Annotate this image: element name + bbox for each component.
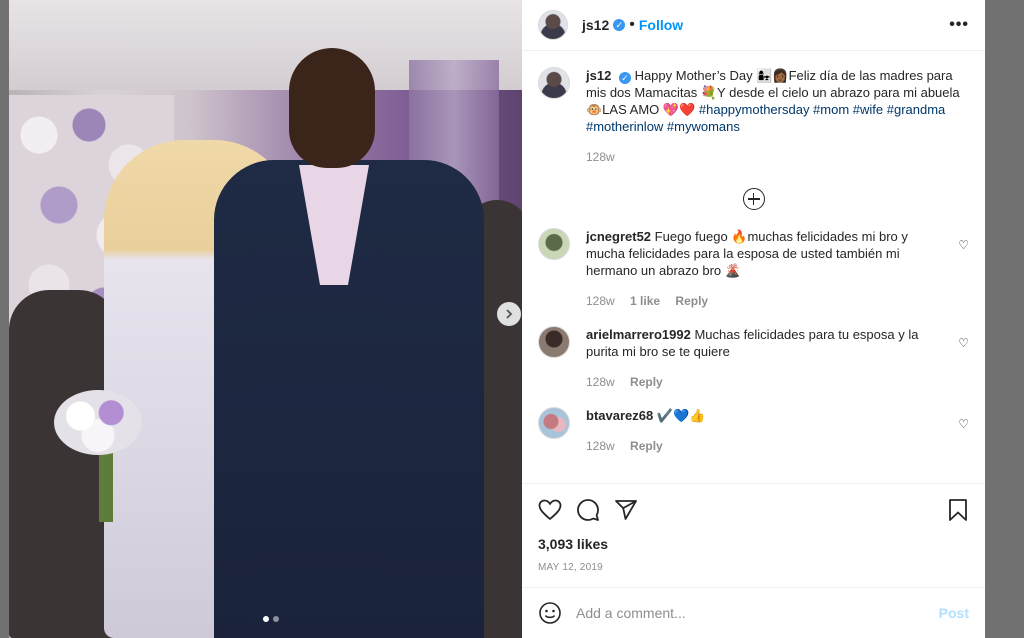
- comment-like-heart-icon[interactable]: ♡: [958, 336, 969, 350]
- caption-username[interactable]: js12: [586, 68, 611, 83]
- verified-icon: ✓: [613, 19, 626, 31]
- comment-like-heart-icon[interactable]: ♡: [958, 238, 969, 252]
- bookmark-icon[interactable]: [947, 498, 969, 522]
- comment-input[interactable]: Add a comment...: [576, 605, 939, 621]
- likes-count[interactable]: 3,093 likes: [538, 536, 969, 552]
- chevron-right-icon: [506, 309, 513, 319]
- photo-groom-head: [289, 48, 375, 168]
- next-photo-button[interactable]: [497, 302, 521, 326]
- comment-meta: 128w Reply: [586, 438, 946, 455]
- comment-meta: 128w 1 like Reply: [586, 293, 946, 310]
- action-icons: [538, 494, 969, 526]
- carousel-dot: [263, 616, 269, 622]
- follow-button[interactable]: Follow: [639, 17, 683, 33]
- plus-circle-icon[interactable]: [742, 188, 765, 210]
- caption-avatar[interactable]: [538, 67, 570, 99]
- post-date[interactable]: MAY 12, 2019: [538, 562, 969, 573]
- comment-text: arielmarrero1992 Muchas felicidades para…: [586, 326, 946, 391]
- comment-text: btavarez68 ✔️💙👍 128w Reply: [586, 407, 946, 455]
- post-header: js12 ✓ • Follow •••: [522, 0, 985, 51]
- caption: js12 ✓ Happy Mother’s Day 👩‍👧👩🏾Feliz día…: [538, 67, 969, 166]
- header-user: js12 ✓ • Follow: [582, 16, 683, 34]
- carousel-dot: [273, 616, 279, 622]
- comment-username[interactable]: arielmarrero1992: [586, 327, 691, 342]
- comment-body: ✔️💙👍: [656, 408, 706, 423]
- photo-bouquet-stem: [99, 450, 113, 522]
- comment-meta: 128w Reply: [586, 374, 946, 391]
- caption-time: 128w: [586, 150, 615, 164]
- reply-button[interactable]: Reply: [675, 294, 708, 308]
- reply-button[interactable]: Reply: [630, 439, 663, 453]
- comment-username[interactable]: btavarez68: [586, 408, 653, 423]
- add-comment-bar: Add a comment... Post: [522, 587, 985, 638]
- photo-bouquet: [54, 390, 142, 455]
- send-icon[interactable]: [614, 498, 638, 522]
- verified-icon: ✓: [618, 72, 631, 84]
- comment-likes[interactable]: 1 like: [630, 294, 660, 308]
- comment-item: btavarez68 ✔️💙👍 128w Reply ♡: [538, 407, 969, 455]
- avatar[interactable]: [538, 10, 568, 40]
- heart-icon[interactable]: [538, 499, 562, 521]
- post-actions: 3,093 likes MAY 12, 2019: [522, 483, 985, 587]
- post-side-panel: js12 ✓ • Follow ••• js12 ✓ Happy Mother’…: [522, 0, 985, 638]
- caption-text: js12 ✓ Happy Mother’s Day 👩‍👧👩🏾Feliz día…: [586, 67, 969, 166]
- carousel-dots: [263, 616, 279, 622]
- more-options-icon[interactable]: •••: [949, 16, 969, 34]
- comment-time: 128w: [586, 294, 615, 308]
- post-modal: js12 ✓ • Follow ••• js12 ✓ Happy Mother’…: [9, 0, 985, 638]
- header-separator: •: [629, 16, 635, 33]
- comment-avatar[interactable]: [538, 228, 570, 260]
- post-photo[interactable]: [9, 0, 522, 638]
- comment-item: arielmarrero1992 Muchas felicidades para…: [538, 326, 969, 391]
- comment-username[interactable]: jcnegret52: [586, 229, 651, 244]
- comment-icon[interactable]: [576, 498, 600, 522]
- comment-like-heart-icon[interactable]: ♡: [958, 417, 969, 431]
- comment-time: 128w: [586, 375, 615, 389]
- comment-text: jcnegret52 Fuego fuego 🔥muchas felicidad…: [586, 228, 946, 310]
- header-username[interactable]: js12: [582, 17, 609, 33]
- comment-avatar[interactable]: [538, 326, 570, 358]
- load-more-comments[interactable]: [538, 188, 969, 210]
- smiley-icon[interactable]: [538, 601, 562, 625]
- comment-avatar[interactable]: [538, 407, 570, 439]
- post-button[interactable]: Post: [939, 605, 969, 621]
- comments-section: js12 ✓ Happy Mother’s Day 👩‍👧👩🏾Feliz día…: [522, 51, 985, 483]
- comment-item: jcnegret52 Fuego fuego 🔥muchas felicidad…: [538, 228, 969, 310]
- comment-time: 128w: [586, 439, 615, 453]
- reply-button[interactable]: Reply: [630, 375, 663, 389]
